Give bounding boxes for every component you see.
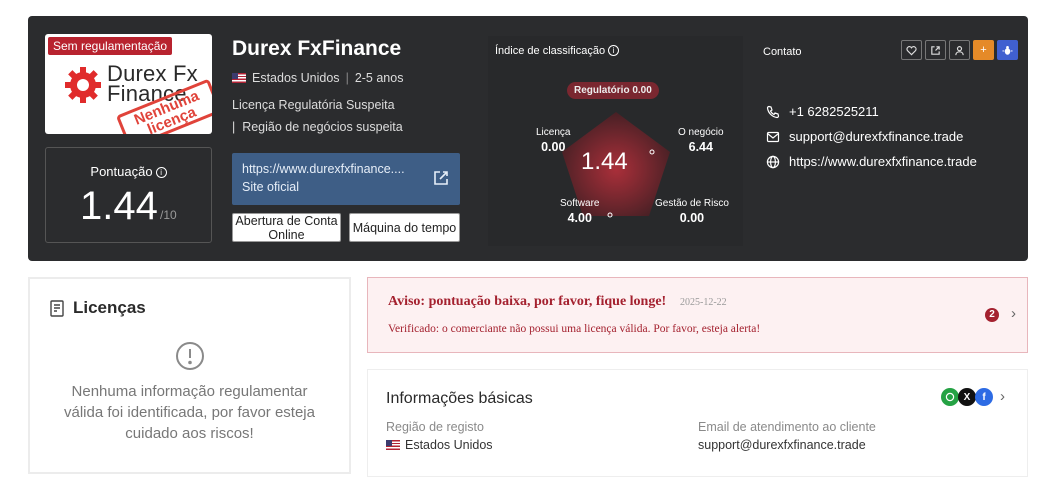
whatsapp-icon[interactable] bbox=[941, 388, 959, 406]
rating-center-score: 1.44 bbox=[581, 148, 628, 175]
broker-age: 2-5 anos bbox=[354, 71, 404, 85]
licenses-card: Licenças Nenhuma informação regulamentar… bbox=[28, 277, 351, 474]
rating-title-row: Índice de classificação i bbox=[495, 45, 620, 57]
warning-text: Verificado: o comerciante não possui uma… bbox=[388, 323, 761, 335]
axis-risk-value: 0.00 bbox=[679, 211, 705, 225]
license-status: Licença Regulatória Suspeita bbox=[232, 98, 395, 112]
x-icon[interactable]: X bbox=[958, 388, 976, 406]
axis-risk: Gestão de Risco 0.00 bbox=[655, 198, 729, 225]
low-score-warning[interactable]: Aviso: pontuação baixa, por favor, fique… bbox=[367, 277, 1028, 353]
basic-info-title: Informações básicas bbox=[386, 390, 533, 407]
support-email-value[interactable]: support@durexfxfinance.trade bbox=[698, 438, 866, 452]
document-icon bbox=[50, 299, 64, 317]
us-flag-icon bbox=[386, 440, 400, 450]
regulatory-pill: Regulatório 0.00 bbox=[567, 82, 659, 99]
site-label: Site oficial bbox=[242, 180, 299, 194]
axis-business-value: 6.44 bbox=[688, 140, 713, 154]
axis-software-value: 4.00 bbox=[567, 211, 592, 225]
rating-title: Índice de classificação bbox=[495, 45, 606, 57]
score-label-row: Pontuação i bbox=[46, 164, 211, 179]
bug-icon[interactable] bbox=[997, 40, 1018, 60]
score-value: 1.44 bbox=[80, 184, 158, 228]
broker-country: Estados Unidos bbox=[252, 71, 340, 85]
axis-license-value: 0.00 bbox=[541, 140, 566, 154]
contact-website-row[interactable]: https://www.durexfxfinance.trade bbox=[766, 154, 977, 169]
info-icon[interactable]: i bbox=[155, 167, 167, 178]
info-icon[interactable]: i bbox=[608, 45, 620, 56]
contact-title: Contato bbox=[763, 46, 802, 58]
plus-icon[interactable]: + bbox=[973, 40, 994, 60]
mail-icon bbox=[766, 131, 780, 142]
site-url: https://www.durexfxfinance.... bbox=[242, 162, 405, 176]
score-label: Pontuação bbox=[90, 164, 153, 179]
axis-software: Software 4.00 bbox=[560, 198, 599, 225]
broker-name: Durex FxFinance bbox=[232, 37, 402, 60]
licenses-title: Licenças bbox=[73, 298, 146, 317]
exclamation-icon bbox=[176, 342, 204, 370]
share-icon[interactable] bbox=[925, 40, 946, 60]
region-status-row: | Região de negócios suspeita bbox=[232, 120, 403, 134]
score-card: Pontuação i 1.44 /10 bbox=[45, 147, 212, 243]
region-value: Estados Unidos bbox=[405, 438, 493, 452]
region-status-prefix: | bbox=[232, 120, 236, 134]
meta-separator: | bbox=[345, 71, 349, 85]
contact-email: support@durexfxfinance.trade bbox=[789, 129, 964, 144]
support-email-label: Email de atendimento ao cliente bbox=[698, 420, 876, 434]
official-site-button[interactable]: https://www.durexfxfinance.... Site ofic… bbox=[232, 153, 460, 205]
broker-header-panel: Sem regulamentação Durex Fx Finance Nenh… bbox=[28, 16, 1028, 261]
rating-index-panel: Índice de classificação i Regulatório 0.0… bbox=[488, 36, 743, 246]
chevron-right-icon[interactable]: › bbox=[1000, 388, 1005, 405]
region-status: Região de negócios suspeita bbox=[242, 120, 403, 134]
broker-logo: Sem regulamentação Durex Fx Finance Nenh… bbox=[45, 34, 212, 134]
axis-software-label: Software bbox=[560, 198, 600, 209]
warning-date: 2025-12-22 bbox=[680, 297, 727, 308]
warning-count-badge: 2 bbox=[985, 308, 999, 322]
contact-phone-row[interactable]: +1 6282525211 bbox=[766, 104, 879, 119]
heart-icon[interactable] bbox=[901, 40, 922, 60]
licenses-empty-message: Nenhuma informação regulamentar válida f… bbox=[64, 383, 315, 442]
region-label: Região de registo bbox=[386, 420, 484, 434]
globe-icon bbox=[766, 155, 780, 168]
facebook-icon[interactable]: f bbox=[975, 388, 993, 406]
contact-website: https://www.durexfxfinance.trade bbox=[789, 154, 977, 169]
unregulated-badge: Sem regulamentação bbox=[48, 37, 173, 55]
axis-business: O negócio 6.44 bbox=[678, 127, 724, 154]
social-links: X f bbox=[941, 388, 993, 406]
contact-actions: + bbox=[901, 40, 1018, 60]
user-icon[interactable] bbox=[949, 40, 970, 60]
chevron-right-icon[interactable]: › bbox=[1011, 305, 1016, 322]
gear-icon bbox=[65, 67, 101, 103]
contact-panel: Contato + +1 6282525211 support@durexfxf… bbox=[756, 36, 1018, 246]
us-flag-icon bbox=[232, 73, 246, 83]
axis-risk-label: Gestão de Risco bbox=[655, 198, 729, 209]
external-link-icon bbox=[434, 171, 448, 185]
licenses-title-row: Licenças bbox=[50, 298, 146, 318]
basic-info-card: Informações básicas X f › Região de regi… bbox=[367, 369, 1028, 477]
axis-license-label: Licença bbox=[536, 127, 571, 138]
axis-business-label: O negócio bbox=[678, 127, 724, 138]
warning-title: Aviso: pontuação baixa, por favor, fique… bbox=[388, 294, 667, 309]
time-machine-button[interactable]: Máquina do tempo bbox=[349, 213, 460, 242]
contact-email-row[interactable]: support@durexfxfinance.trade bbox=[766, 129, 963, 144]
open-account-button[interactable]: Abertura de Conta Online bbox=[232, 213, 341, 242]
contact-phone: +1 6282525211 bbox=[789, 104, 879, 119]
region-value-row: Estados Unidos bbox=[386, 438, 493, 452]
broker-meta: Estados Unidos | 2-5 anos bbox=[232, 71, 403, 85]
axis-license: Licença 0.00 bbox=[536, 127, 570, 154]
score-max: /10 bbox=[160, 208, 177, 222]
phone-icon bbox=[766, 105, 780, 118]
